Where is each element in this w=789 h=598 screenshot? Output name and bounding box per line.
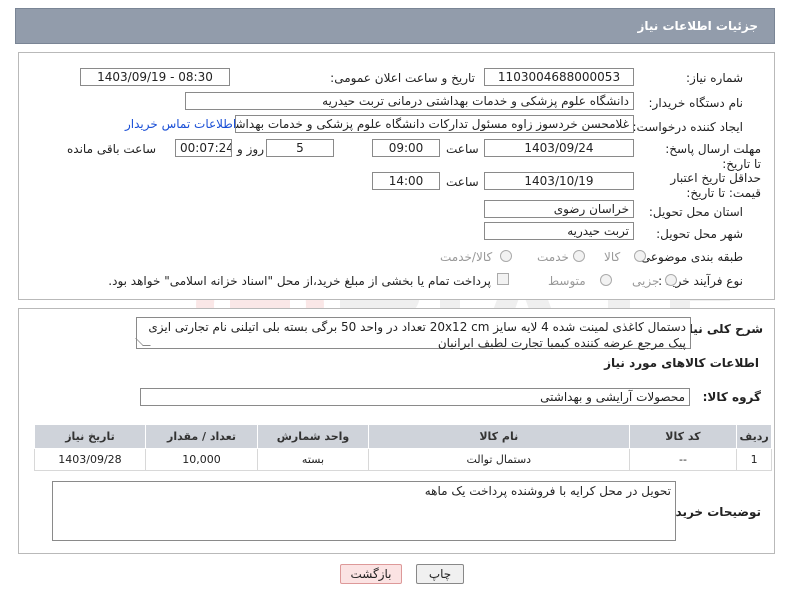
creator-label: ایجاد کننده درخواست: xyxy=(632,120,743,134)
resize-grip-icon[interactable] xyxy=(135,338,151,346)
need-number-label: شماره نیاز: xyxy=(686,71,743,85)
send-deadline-time-field: 09:00 xyxy=(372,139,440,157)
description-text: دستمال کاغذی لمینت شده 4 لایه سایز 20x12… xyxy=(148,320,686,350)
announce-datetime-field: 1403/09/19 - 08:30 xyxy=(80,68,230,86)
category-goods-service-label: کالا/خدمت xyxy=(440,250,493,264)
category-goods-radio[interactable] xyxy=(634,250,646,262)
purchase-medium-label: متوسط xyxy=(548,274,586,288)
buyer-notes-text: تحویل در محل کرایه با فروشنده پرداخت یک … xyxy=(424,484,671,498)
col-row-header: ردیف xyxy=(736,424,772,449)
cell-name: دستمال توالت xyxy=(367,448,630,471)
cell-unit: بسته xyxy=(257,448,369,471)
treasury-payment-checkbox[interactable] xyxy=(497,273,509,285)
back-button[interactable]: بازگشت xyxy=(340,564,402,584)
buyer-org-label: نام دستگاه خریدار: xyxy=(648,96,744,110)
col-name-header: نام کالا xyxy=(367,424,630,449)
description-textarea: دستمال کاغذی لمینت شده 4 لایه سایز 20x12… xyxy=(135,317,691,350)
purchase-partial-label: جزیی xyxy=(632,274,660,288)
need-number-field: 1103004688000053 xyxy=(484,68,634,86)
buyer-contact-link[interactable]: اطلاعات تماس خریدار xyxy=(125,117,236,131)
col-date-header: تاریخ نیاز xyxy=(34,424,146,449)
goods-info-title: اطلاعات کالاهای مورد نیاز xyxy=(604,356,759,370)
remaining-time-label: ساعت باقی مانده xyxy=(67,142,157,156)
category-service-label: خدمت xyxy=(537,250,569,264)
table-row: 1 -- دستمال توالت بسته 10,000 1403/09/28 xyxy=(34,448,772,471)
announce-datetime-label: تاریخ و ساعت اعلان عمومی: xyxy=(330,71,475,85)
send-deadline-label: مهلت ارسال پاسخ: تا تاریخ: xyxy=(665,142,761,171)
col-code-header: کد کالا xyxy=(628,424,738,449)
purchase-medium-radio[interactable] xyxy=(600,274,612,286)
col-qty-header: تعداد / مقدار xyxy=(144,424,259,449)
cell-code: -- xyxy=(628,448,738,471)
table-header-row: ردیف کد کالا نام کالا واحد شمارش تعداد /… xyxy=(34,424,772,449)
days-and-label: روز و xyxy=(237,142,264,156)
category-service-radio[interactable] xyxy=(573,250,585,262)
validity-time-field: 14:00 xyxy=(372,172,440,190)
category-label: طبقه بندی موضوعی: xyxy=(636,250,743,264)
validity-date-field: 1403/10/19 xyxy=(484,172,634,190)
creator-field: غلامحسن خردسوز زاوه مسئول تدارکات دانشگا… xyxy=(235,115,634,133)
goods-group-field: محصولات آرایشی و بهداشتی xyxy=(140,388,690,406)
treasury-payment-note: پرداخت تمام یا بخشی از مبلغ خرید،از محل … xyxy=(108,274,491,288)
city-label: شهر محل تحویل: xyxy=(656,227,743,241)
col-unit-header: واحد شمارش xyxy=(257,424,369,449)
category-goods-service-radio[interactable] xyxy=(500,250,512,262)
send-deadline-time-label: ساعت xyxy=(446,142,479,156)
province-field: خراسان رضوی xyxy=(484,200,634,218)
cell-date: 1403/09/28 xyxy=(34,448,146,471)
purchase-partial-radio[interactable] xyxy=(665,274,677,286)
print-button[interactable]: چاپ xyxy=(416,564,464,584)
page-title: جزئیات اطلاعات نیاز xyxy=(637,19,758,33)
page-header: جزئیات اطلاعات نیاز xyxy=(15,8,775,44)
buyer-org-field: دانشگاه علوم پزشکی و خدمات بهداشتی درمان… xyxy=(185,92,634,110)
cell-row: 1 xyxy=(736,448,772,471)
goods-group-label: گروه کالا: xyxy=(702,390,761,404)
send-deadline-date-field: 1403/09/24 xyxy=(484,139,634,157)
goods-table: ردیف کد کالا نام کالا واحد شمارش تعداد /… xyxy=(34,424,772,471)
cell-qty: 10,000 xyxy=(144,448,259,471)
validity-time-label: ساعت xyxy=(446,175,479,189)
remaining-time-field: 00:07:24 xyxy=(175,139,232,157)
min-validity-label: حداقل تاریخ اعتبار قیمت: تا تاریخ: xyxy=(670,171,761,200)
buyer-notes-textarea: تحویل در محل کرایه با فروشنده پرداخت یک … xyxy=(52,481,676,541)
city-field: تربت حیدریه xyxy=(484,222,634,240)
province-label: استان محل تحویل: xyxy=(648,205,743,219)
category-goods-label: کالا xyxy=(604,250,621,264)
days-remaining-field: 5 xyxy=(266,139,334,157)
